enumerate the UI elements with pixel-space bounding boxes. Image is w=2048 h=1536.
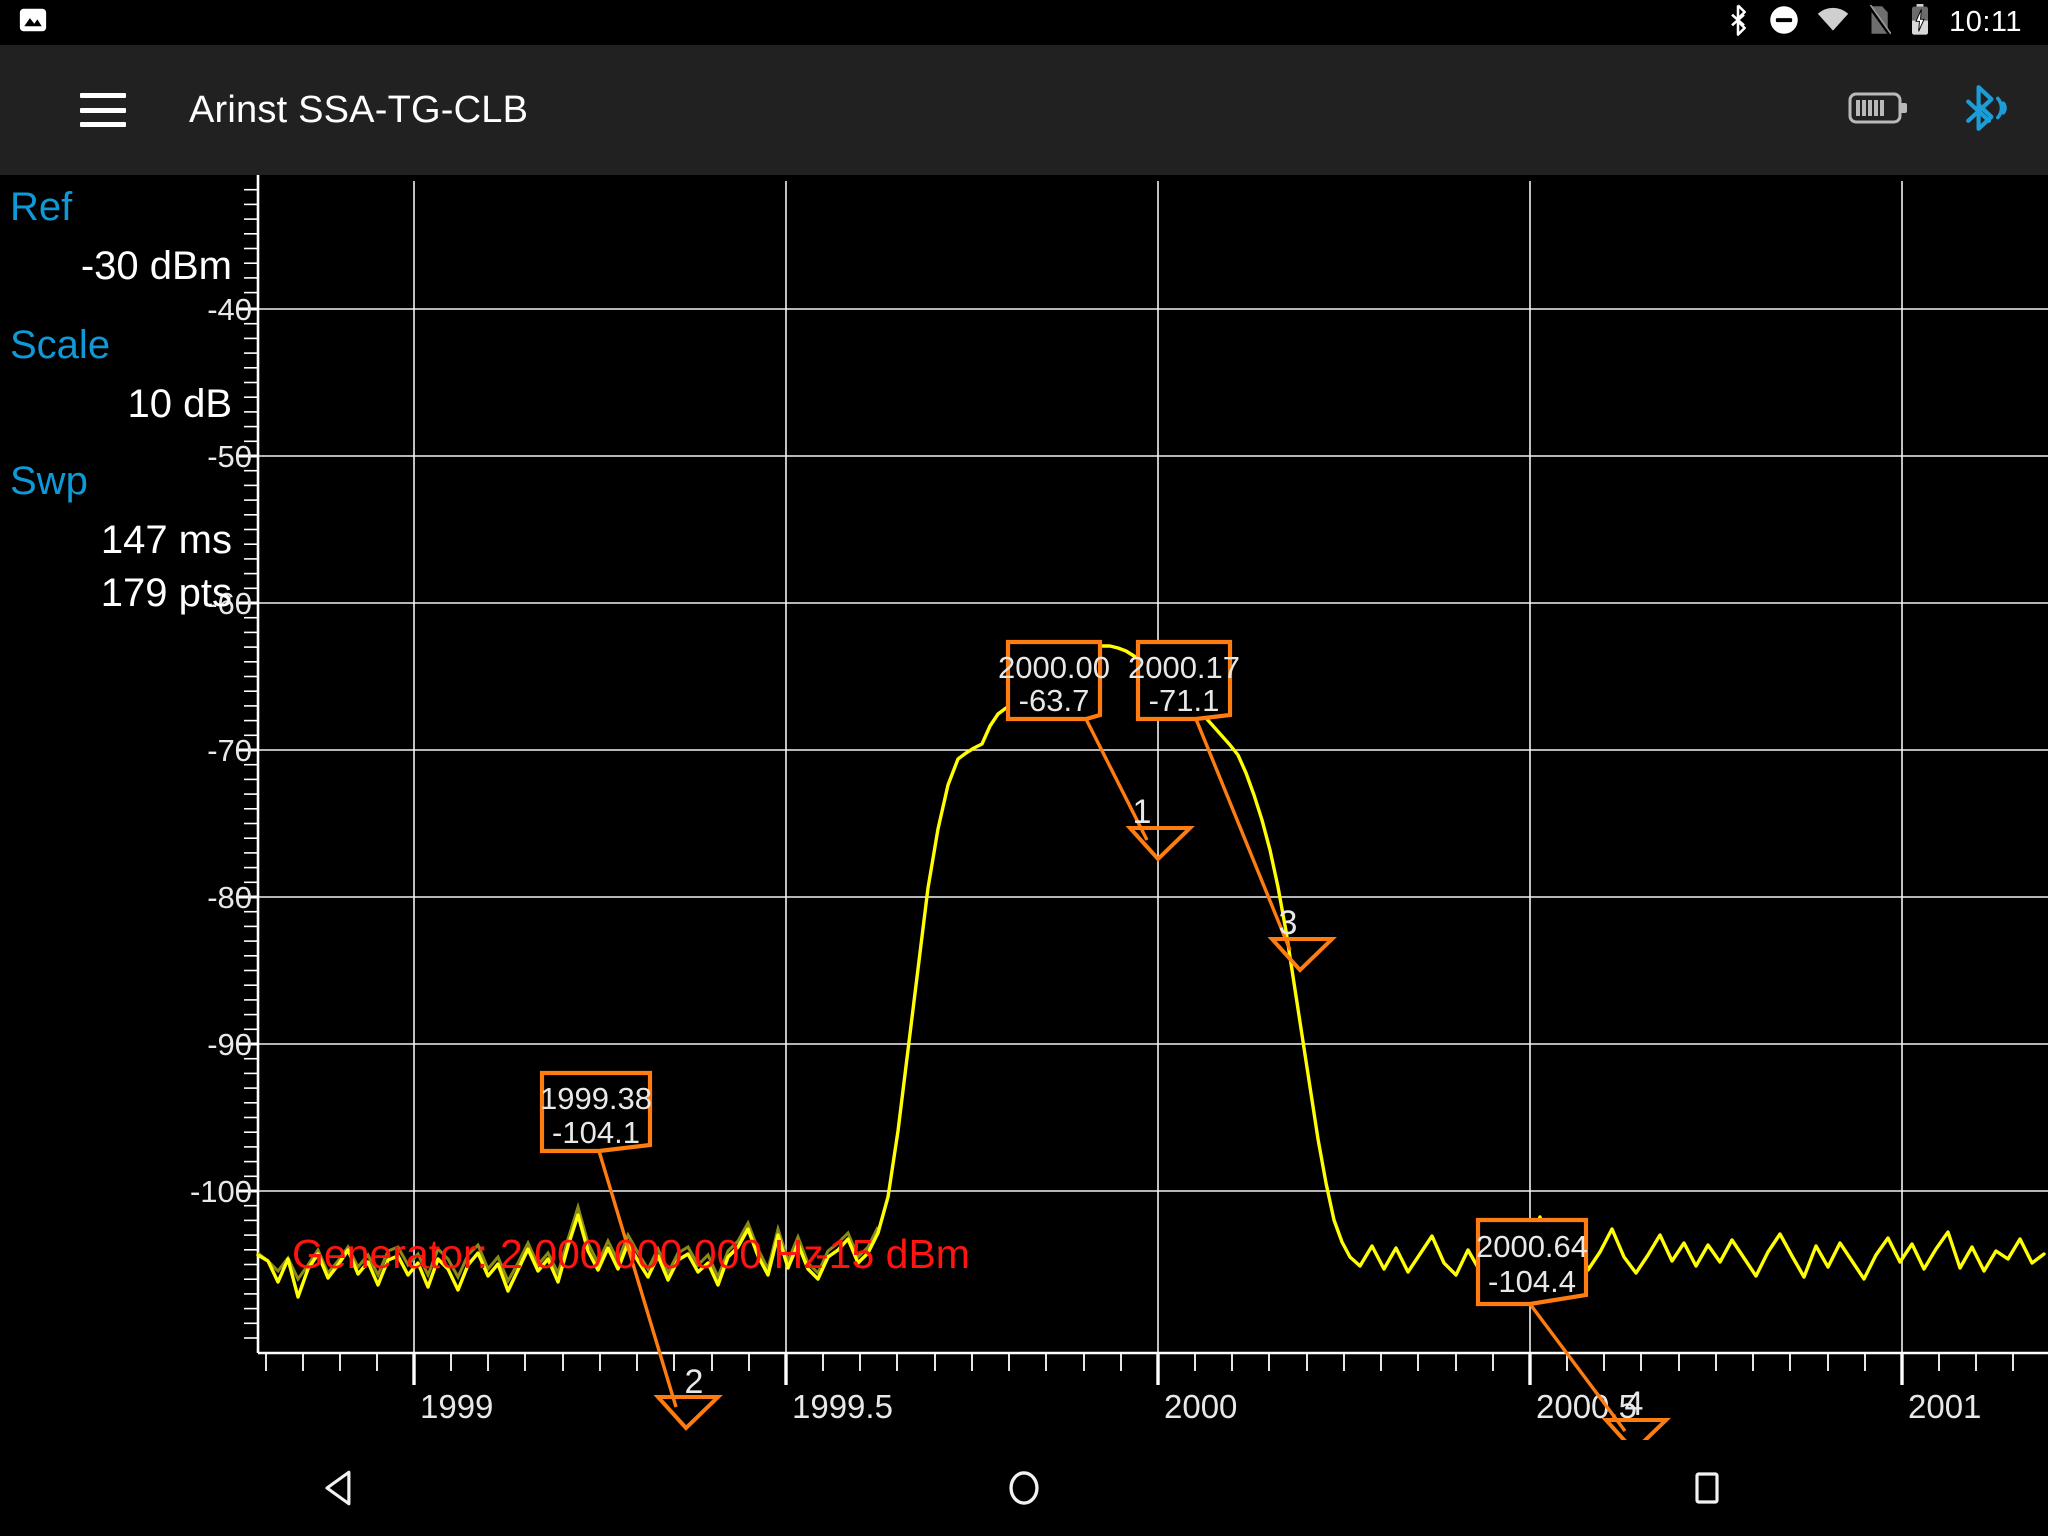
marker-3-number: 3 <box>1279 904 1298 942</box>
do-not-disturb-icon <box>1769 5 1799 40</box>
android-navigation-bar <box>0 1440 2048 1536</box>
x-tick-label: 1999.5 <box>792 1388 893 1425</box>
marker-1[interactable]: 1 <box>1125 793 1195 862</box>
marker-3[interactable]: 3 <box>1267 904 1337 973</box>
marker-1-number: 1 <box>1133 793 1152 831</box>
marker-4-callout[interactable]: 2000.64 -104.4 <box>1475 1217 1589 1307</box>
bluetooth-icon <box>1725 4 1751 41</box>
marker-leader-lines <box>597 718 1627 1433</box>
marker-2-level: -104.1 <box>552 1115 640 1150</box>
y-tick-label: -70 <box>207 733 252 768</box>
status-bar-notifications <box>0 5 48 40</box>
marker-2-freq: 1999.38 <box>540 1081 652 1116</box>
x-tick-label: 2000 <box>1164 1388 1237 1425</box>
status-bar-clock: 10:11 <box>1949 6 2022 38</box>
ref-value[interactable]: -30 dBm <box>0 244 250 289</box>
status-bar-system-icons: 10:11 <box>1725 4 2048 41</box>
battery-charging-icon <box>1909 4 1931 41</box>
sweep-parameters-panel[interactable]: Ref -30 dBm Scale 10 dB Swp 147 ms 179 p… <box>0 175 250 616</box>
marker-3-callout[interactable]: 2000.17 -71.1 <box>1128 639 1240 722</box>
bluetooth-connected-icon[interactable] <box>1962 84 2008 137</box>
swp-time-value[interactable]: 147 ms <box>0 518 250 563</box>
x-axis-minor-ticks <box>265 1353 2014 1371</box>
scale-value[interactable]: 10 dB <box>0 382 250 427</box>
x-tick-label: 2001 <box>1908 1388 1981 1425</box>
marker-4-level: -104.4 <box>1488 1264 1576 1299</box>
chart-axis-frame <box>256 175 2048 1355</box>
scale-label: Scale <box>10 323 111 367</box>
android-status-bar: 10:11 <box>0 0 2048 45</box>
recents-icon[interactable] <box>1647 1440 1767 1536</box>
marker-4-freq: 2000.64 <box>1476 1229 1588 1264</box>
marker-2-callout[interactable]: 1999.38 -104.1 <box>539 1070 653 1154</box>
ref-label: Ref <box>10 185 73 229</box>
y-tick-label: -80 <box>207 880 252 915</box>
generator-level: -15 dBm <box>815 1231 970 1277</box>
spectrum-chart[interactable]: -40 -50 -60 -70 -80 -90 -100 1999 1999.5… <box>0 175 2048 1440</box>
wifi-icon <box>1817 7 1849 38</box>
y-tick-label: -90 <box>207 1027 252 1062</box>
marker-1-level: -63.7 <box>1019 683 1090 718</box>
marker-2-number: 2 <box>685 1363 704 1401</box>
generator-status: Generator: 2 000 000 000 Hz -15 dBm <box>292 1231 970 1277</box>
marker-4-number: 4 <box>1625 1385 1644 1423</box>
marker-3-freq: 2000.17 <box>1128 650 1240 685</box>
swp-points-value[interactable]: 179 pts <box>0 571 250 616</box>
chart-grid <box>258 181 2048 1353</box>
marker-1-callout[interactable]: 2000.00 -63.7 <box>998 639 1110 722</box>
no-sim-icon <box>1867 4 1892 40</box>
spectrum-plot-area[interactable]: -40 -50 -60 -70 -80 -90 -100 1999 1999.5… <box>0 175 2048 1440</box>
image-icon <box>18 5 48 40</box>
marker-1-freq: 2000.00 <box>998 650 1110 685</box>
generator-frequency: 2 000 000 000 Hz <box>500 1231 824 1277</box>
device-battery-icon[interactable] <box>1848 90 1910 131</box>
trace-primary <box>256 644 2046 1299</box>
toolbar-actions <box>1848 84 2048 137</box>
home-icon[interactable] <box>964 1440 1084 1536</box>
app-toolbar: Arinst SSA-TG-CLB <box>0 45 2048 175</box>
marker-3-level: -71.1 <box>1149 683 1220 718</box>
generator-label: Generator: <box>292 1231 488 1277</box>
back-icon[interactable] <box>281 1440 401 1536</box>
swp-label: Swp <box>10 459 88 503</box>
marker-3-leader <box>1194 718 1292 951</box>
page-title: Arinst SSA-TG-CLB <box>189 88 529 131</box>
x-tick-label: 1999 <box>420 1388 493 1425</box>
app-screen: 10:11 Arinst SSA-TG-CLB -40 -50 -60 -70 … <box>0 0 2048 1536</box>
y-tick-label: -100 <box>190 1174 252 1209</box>
hamburger-menu-icon[interactable] <box>80 93 126 127</box>
x-axis-tick-labels: 1999 1999.5 2000 2000.5 2001 <box>420 1388 1981 1425</box>
